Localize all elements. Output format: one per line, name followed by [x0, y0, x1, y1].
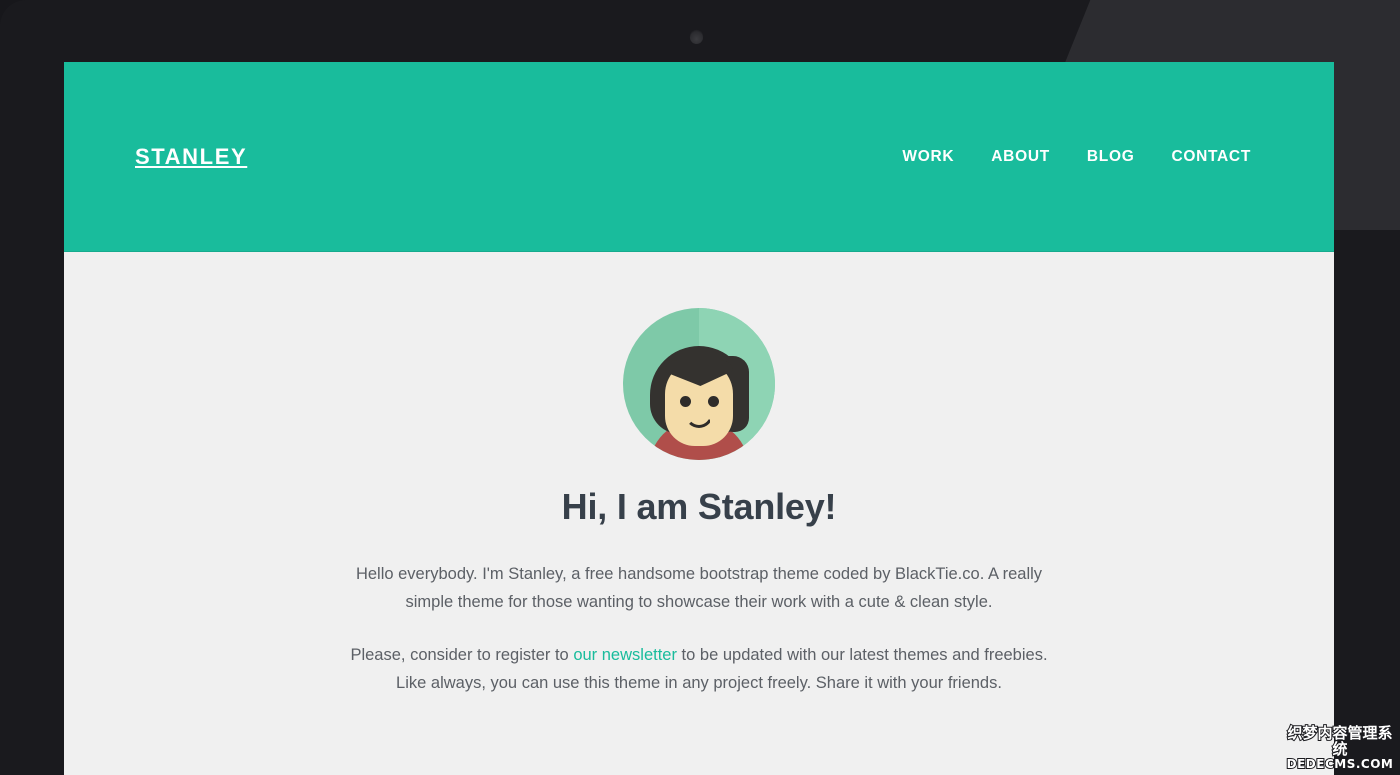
browser-screen: STANLEY WORK ABOUT BLOG CONTACT Hi, I am…: [64, 62, 1334, 775]
avatar-eye-left: [680, 396, 691, 407]
watermark: 织梦内容管理系统 DEDECMS.COM: [1284, 723, 1396, 772]
hero-paragraph-1: Hello everybody. I'm Stanley, a free han…: [355, 565, 1043, 611]
hero-section: Hi, I am Stanley! Hello everybody. I'm S…: [64, 252, 1334, 697]
nav-item-contact[interactable]: CONTACT: [1159, 148, 1263, 166]
device-camera-icon: [690, 31, 703, 44]
nav-item-work[interactable]: WORK: [890, 148, 966, 166]
main-nav: WORK ABOUT BLOG CONTACT: [877, 148, 1263, 166]
hero-paragraph-2: Please, consider to register to our news…: [334, 641, 1064, 697]
page-title: Hi, I am Stanley!: [561, 486, 837, 527]
site-header: STANLEY WORK ABOUT BLOG CONTACT: [64, 62, 1334, 252]
avatar-illustration: [623, 308, 775, 460]
device-frame: STANLEY WORK ABOUT BLOG CONTACT Hi, I am…: [0, 0, 1400, 775]
nav-item-blog[interactable]: BLOG: [1075, 148, 1147, 166]
hero-paragraph-2-before: Please, consider to register to: [350, 646, 574, 664]
header-inner: STANLEY WORK ABOUT BLOG CONTACT: [64, 62, 1334, 251]
watermark-english-text: DEDECMS.COM: [1286, 757, 1394, 772]
avatar-eye-right: [708, 396, 719, 407]
brand-logo[interactable]: STANLEY: [135, 144, 247, 170]
watermark-chinese-text: 织梦内容管理系统: [1286, 723, 1393, 758]
newsletter-link[interactable]: our newsletter: [573, 646, 677, 664]
nav-item-about[interactable]: ABOUT: [979, 148, 1062, 166]
